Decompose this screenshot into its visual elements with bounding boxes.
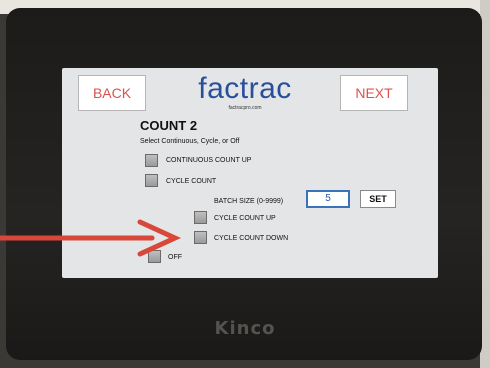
annotation-arrow-icon: [0, 219, 182, 257]
